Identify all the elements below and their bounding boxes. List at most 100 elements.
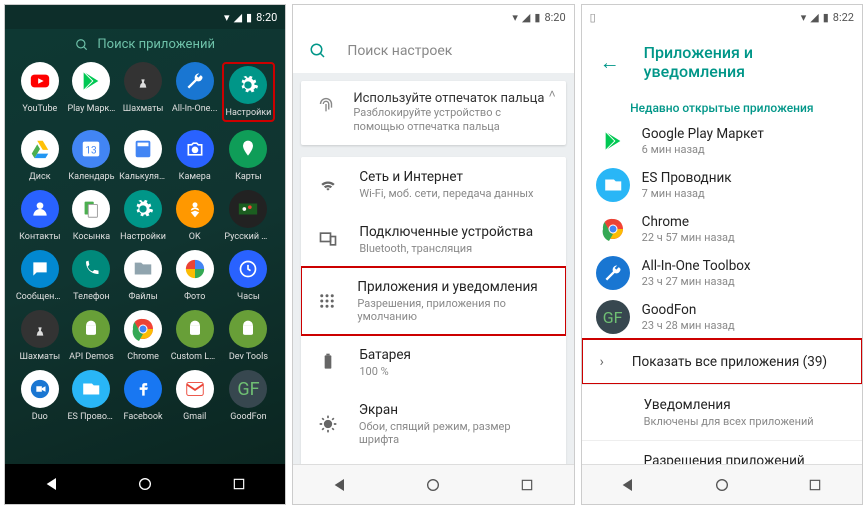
settings-item-battery[interactable]: Батарея 100 % (301, 335, 565, 390)
app-duo[interactable]: Duo (15, 370, 65, 422)
search-settings[interactable]: Поиск настроек (293, 29, 573, 73)
nav-recent[interactable] (517, 475, 537, 495)
app-русский-б-[interactable]: Русский Б... (222, 190, 276, 242)
recent-app-item[interactable]: ES Проводник7 мин назад (642, 163, 862, 207)
app-карты[interactable]: Карты (222, 130, 276, 182)
suggestion-card[interactable]: ˄ Используйте отпечаток пальца Разблокир… (301, 81, 565, 145)
app-label: Файлы (128, 292, 157, 302)
item-title: Уведомления (644, 397, 844, 413)
nav-recent[interactable] (229, 474, 249, 494)
app-play-марк-[interactable]: Play Марк... (67, 62, 117, 122)
app-api-demos[interactable]: API Demos (67, 310, 117, 362)
item-title: Батарея (359, 347, 411, 363)
app-фото[interactable]: Фото (170, 250, 220, 302)
nav-recent[interactable] (805, 475, 825, 495)
app-name: Google Play Маркет (642, 126, 764, 142)
app-камера[interactable]: Камера (170, 130, 220, 182)
app-часы[interactable]: Часы (222, 250, 276, 302)
item-subtitle: Включены для всех приложений (644, 415, 844, 428)
play-icon (72, 62, 110, 100)
wifi-icon: ▾ (224, 11, 230, 24)
recent-app-item[interactable]: Google Play Маркет6 мин назад (642, 119, 862, 163)
app-name: Chrome (642, 214, 735, 230)
android-icon (229, 310, 267, 348)
recent-app-item[interactable]: GFGoodFon23 ч 28 мин назад (642, 295, 862, 339)
app-dev-tools[interactable]: Dev Tools (222, 310, 276, 362)
app-label: Шахматы (19, 352, 60, 362)
show-all-apps[interactable]: › Показать все приложения (39) (582, 339, 862, 384)
app-label: Настройки (226, 108, 272, 118)
app-all-in-one-[interactable]: All-In-One... (170, 62, 220, 122)
app-label: Сообщения (16, 292, 64, 302)
msg-icon (21, 250, 59, 288)
android-icon (72, 310, 110, 348)
app-календарь[interactable]: 13Календарь (67, 130, 117, 182)
settings-item-wifi[interactable]: Сеть и ИнтернетWi-Fi, моб. сети, передач… (301, 157, 565, 212)
signal-icon: ◢ (234, 11, 242, 24)
drive-icon (21, 130, 59, 168)
app-custom-lo-[interactable]: Custom Lo... (170, 310, 220, 362)
app-label: Русский Б... (224, 232, 272, 242)
app-шахматы[interactable]: Шахматы (118, 62, 168, 122)
settings-item-devices[interactable]: Подключенные устройстваBluetooth, трансл… (301, 212, 565, 267)
app-label: Dev Tools (229, 352, 268, 362)
chevron-up-icon[interactable]: ˄ (549, 87, 556, 101)
cards-icon (72, 190, 110, 228)
app-сообщения[interactable]: Сообщения (15, 250, 65, 302)
app-диск[interactable]: Диск (15, 130, 65, 182)
search-icon (309, 42, 327, 60)
settings-item-apps[interactable]: Приложения и уведомленияРазрешения, прил… (301, 267, 565, 335)
app-label: Часы (237, 292, 260, 302)
app-chrome[interactable]: Chrome (118, 310, 168, 362)
nav-back[interactable] (330, 475, 350, 495)
app-label: Chrome (127, 352, 159, 362)
app-youtube[interactable]: YouTube (15, 62, 65, 122)
app-телефон[interactable]: Телефон (67, 250, 117, 302)
item-subtitle: 100 % (359, 365, 411, 378)
item-subtitle: Обои, спящий режим, размер шрифта (359, 420, 550, 446)
settings-item[interactable]: Уведомления Включены для всех приложений (582, 385, 862, 440)
search-apps[interactable]: Поиск приложений (75, 37, 215, 52)
wifi-icon: ▾ (512, 11, 518, 24)
app-шахматы[interactable]: Шахматы (15, 310, 65, 362)
settings-screen: Поиск настроек ˄ Используйте отпечаток п… (293, 29, 573, 464)
app-калькулят-[interactable]: Калькулят... (118, 130, 168, 182)
recent-app-item[interactable]: All-In-One Toolbox23 ч 27 мин назад (642, 251, 862, 295)
android-icon (176, 310, 214, 348)
wifi-icon: ▾ (801, 11, 807, 24)
nav-home[interactable] (712, 475, 732, 495)
page-title: Приложения и уведомления (644, 43, 844, 81)
nav-home[interactable] (135, 474, 155, 494)
app-label: Контакты (19, 232, 60, 242)
app-контакты[interactable]: Контакты (15, 190, 65, 242)
battery-icon: ▮ (246, 11, 252, 24)
nav-home[interactable] (423, 475, 443, 495)
app-name: GoodFon (642, 302, 735, 318)
app-gmail[interactable]: Gmail (170, 370, 220, 422)
app-файлы[interactable]: Файлы (118, 250, 168, 302)
settings-item[interactable]: Разрешения приложений (582, 441, 862, 464)
app-настройки[interactable]: Настройки (118, 190, 168, 242)
app-goodfon[interactable]: GFGoodFon (222, 370, 276, 422)
item-title: Экран (359, 402, 550, 418)
settings-list: Сеть и ИнтернетWi-Fi, моб. сети, передач… (301, 157, 565, 464)
nav-back[interactable] (42, 474, 62, 494)
app-name: All-In-One Toolbox (642, 258, 751, 274)
settings-item-display[interactable]: Экран Обои, спящий режим, размер шрифта (301, 390, 565, 458)
app-косынка[interactable]: Косынка (67, 190, 117, 242)
app-es-провод-[interactable]: ES Провод... (67, 370, 117, 422)
app-ok[interactable]: OK (170, 190, 220, 242)
recent-app-item[interactable]: Chrome22 ч 57 мин назад (642, 207, 862, 251)
app-time: 23 ч 28 мин назад (642, 319, 735, 332)
folder-icon (124, 250, 162, 288)
cam-icon (176, 130, 214, 168)
clock-icon (229, 250, 267, 288)
app-facebook[interactable]: Facebook (118, 370, 168, 422)
app-grid: YouTubePlay Марк...ШахматыAll-In-One...Н… (5, 62, 285, 422)
app-настройки[interactable]: Настройки (222, 62, 276, 122)
gf-icon: GF (596, 300, 630, 334)
item-subtitle: Bluetooth, трансляция (359, 242, 533, 255)
nav-back[interactable] (618, 475, 638, 495)
back-arrow-icon[interactable]: ← (600, 50, 620, 75)
status-time: 8:22 (833, 11, 854, 24)
